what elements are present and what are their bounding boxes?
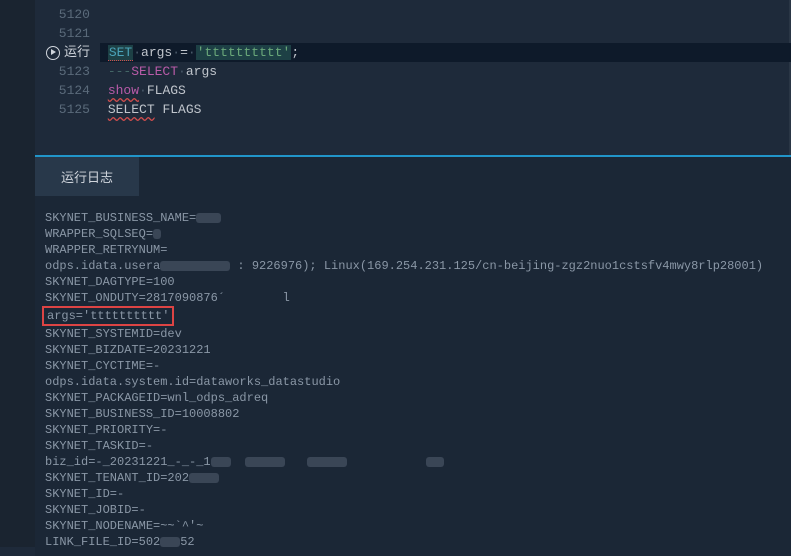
line-number-gutter: 5120 5121 运行 5123 5124 5125 (0, 0, 100, 155)
log-line: SKYNET_PACKAGEID=wnl_odps_adreq (45, 390, 781, 406)
log-line: LINK_FILE_ID=50252 (45, 534, 781, 550)
run-button[interactable]: 运行 (46, 43, 90, 62)
code-line-active[interactable]: SET·args·=·'tttttttttt'; (100, 43, 791, 62)
code-line[interactable] (100, 24, 791, 43)
identifier-flags: FLAGS (147, 83, 186, 98)
identifier-flags: FLAGS (162, 102, 201, 117)
log-line: SKYNET_ID=- (45, 486, 781, 502)
run-label: 运行 (64, 43, 90, 62)
line-number: 5125 (59, 100, 90, 119)
keyword-set: SET (108, 45, 133, 61)
log-line: SKYNET_ONDUTY=2817090876´ l (45, 290, 781, 306)
semicolon: ; (291, 45, 299, 60)
code-editor[interactable]: 5120 5121 运行 5123 5124 5125 SET·args·=·'… (0, 0, 791, 155)
line-number: 5121 (59, 24, 90, 43)
line-number: 5123 (59, 62, 90, 81)
keyword-select: SELECT (131, 64, 178, 79)
log-line-highlighted: args='tttttttttt' (45, 306, 781, 326)
code-line[interactable] (100, 5, 791, 24)
code-line[interactable]: show·FLAGS (100, 81, 791, 100)
log-line: SKYNET_NODENAME=~~`^'~ (45, 518, 781, 534)
log-line: SKYNET_TENANT_ID=202 (45, 470, 781, 486)
string-literal: 'tttttttttt' (196, 45, 292, 60)
log-line: SKYNET_JOBID=- (45, 502, 781, 518)
log-line: SKYNET_BIZDATE=20231221 (45, 342, 781, 358)
line-number: 5120 (59, 5, 90, 24)
code-line[interactable]: ---SELECT·args (100, 62, 791, 81)
log-line: SKYNET_BUSINESS_NAME= (45, 210, 781, 226)
line-number: 5124 (59, 81, 90, 100)
identifier-args: args (141, 45, 172, 60)
code-line[interactable]: SELECT FLAGS (100, 100, 791, 119)
log-line: SKYNET_BUSINESS_ID=10008802 (45, 406, 781, 422)
tab-label: 运行日志 (61, 170, 113, 185)
keyword-show: show (108, 83, 139, 98)
log-output[interactable]: SKYNET_BUSINESS_NAME= WRAPPER_SQLSEQ= WR… (35, 196, 791, 556)
log-line: SKYNET_PRIORITY=- (45, 422, 781, 438)
log-line: odps.idata.system.id=dataworks_datastudi… (45, 374, 781, 390)
log-line: SKYNET_DAGTYPE=100 (45, 274, 781, 290)
highlighted-args: args='tttttttttt' (42, 306, 174, 326)
operator-eq: = (180, 45, 188, 60)
tab-run-log[interactable]: 运行日志 (35, 157, 139, 196)
code-content[interactable]: SET·args·=·'tttttttttt'; ---SELECT·args … (100, 0, 791, 155)
log-line: SKYNET_SYSTEMID=dev (45, 326, 781, 342)
log-line: SKYNET_CYCTIME=- (45, 358, 781, 374)
identifier-args: args (186, 64, 217, 79)
log-line: WRAPPER_SQLSEQ= (45, 226, 781, 242)
play-icon (46, 46, 60, 60)
log-line: odps.idata.usera : 9226976); Linux(169.2… (45, 258, 781, 274)
dashes: --- (108, 64, 131, 79)
tab-bar: 运行日志 (35, 155, 791, 196)
log-line: WRAPPER_RETRYNUM= (45, 242, 781, 258)
keyword-select: SELECT (108, 102, 155, 117)
log-line: SKYNET_TASKID=- (45, 438, 781, 454)
log-line: biz_id=-_20231221_-_-_1 (45, 454, 781, 470)
